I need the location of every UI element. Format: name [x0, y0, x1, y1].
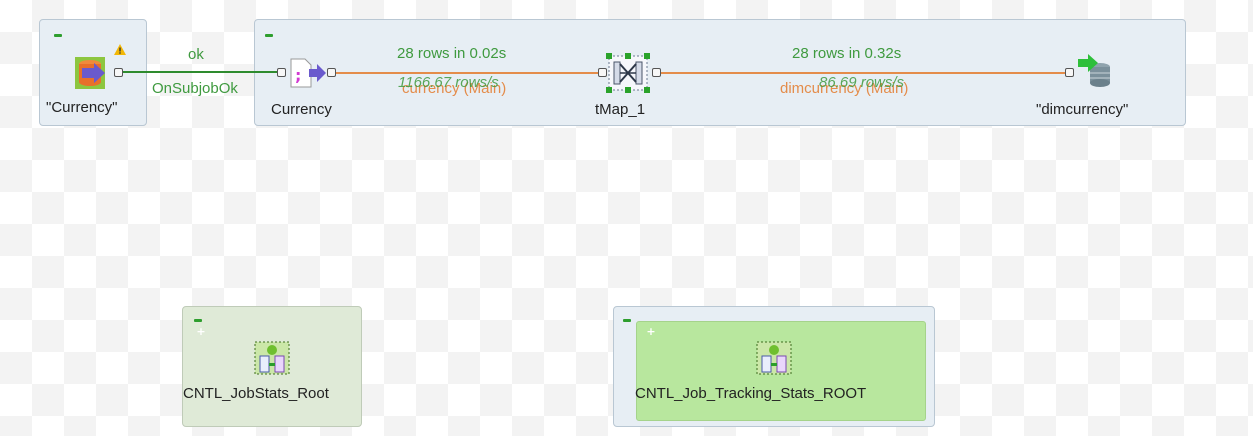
collapse-subjob-handle[interactable] [54, 34, 62, 37]
flow2-rows-label: 28 rows in 0.32s [792, 45, 902, 62]
file-delimited-icon: ; [290, 58, 326, 88]
output-connector[interactable] [327, 68, 336, 77]
onsubjobok-link-line[interactable] [123, 71, 280, 73]
jobstats-label: CNTL_JobStats_Root [183, 385, 329, 402]
joblet-icon [756, 341, 792, 375]
output-connector[interactable] [652, 68, 661, 77]
expand-plus-icon[interactable]: + [196, 326, 206, 337]
tmap-label: tMap_1 [595, 101, 646, 118]
flow1-rate-label: 1166.67 rows/s [398, 74, 499, 91]
dimcurrency-label: "dimcurrency" [1036, 101, 1129, 118]
flow1-rows-label: 28 rows in 0.02s [397, 45, 507, 62]
tmap-icon [606, 53, 650, 93]
currency-db-input-component[interactable] [72, 55, 117, 91]
input-connector[interactable] [277, 68, 286, 77]
currency-input-label: "Currency" [46, 99, 118, 116]
dimcurrency-db-output-component[interactable] [1076, 53, 1116, 91]
input-connector[interactable] [1065, 68, 1074, 77]
job-design-canvas[interactable]: "Currency" ok OnSubjobOk ; Currency 28 r… [0, 0, 1253, 436]
db-output-icon [1078, 54, 1110, 87]
warning-icon [114, 40, 126, 59]
currency-file-label: Currency [271, 101, 332, 118]
expand-plus-icon[interactable]: + [646, 326, 656, 337]
output-connector[interactable] [114, 68, 123, 77]
tracking-stats-joblet-component[interactable] [756, 341, 792, 375]
currency-file-input-component[interactable]: ; [289, 57, 329, 89]
joblet-icon [254, 341, 290, 375]
collapse-subjob-handle[interactable] [623, 319, 631, 322]
tracking-stats-label: CNTL_Job_Tracking_Stats_ROOT [635, 385, 867, 402]
flow2-rate-label: 86.69 rows/s [819, 74, 905, 91]
tmap-component[interactable] [606, 53, 652, 93]
collapse-subjob-handle[interactable] [265, 34, 273, 37]
db-input-icon [75, 57, 105, 89]
onsubjobok-label[interactable]: OnSubjobOk [152, 80, 238, 97]
jobstats-joblet-component[interactable] [254, 341, 290, 375]
ok-trigger-label[interactable]: ok [188, 46, 204, 63]
collapse-subjob-handle[interactable] [194, 319, 202, 322]
svg-text:;: ; [295, 66, 301, 85]
